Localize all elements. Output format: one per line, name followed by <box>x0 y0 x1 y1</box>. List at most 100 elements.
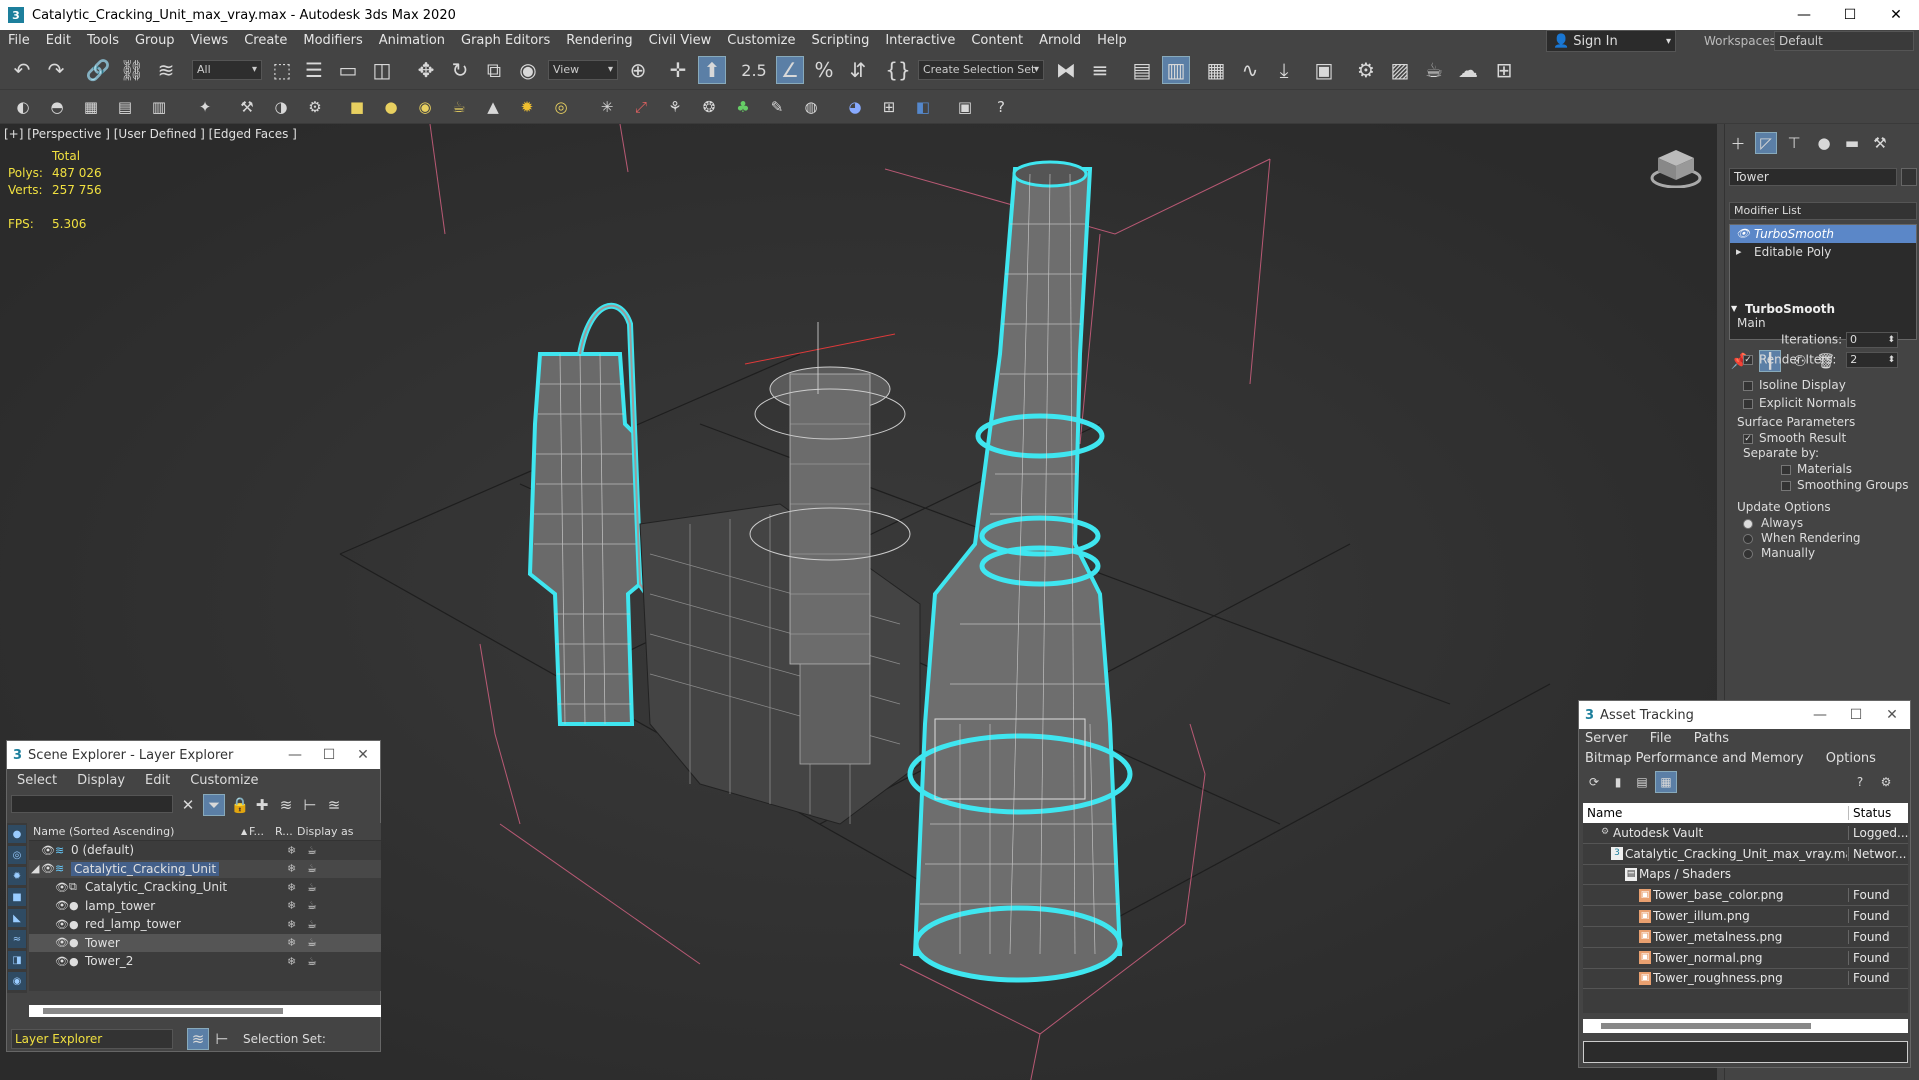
table-row[interactable]: ▣ Tower_roughness.png Found <box>1583 969 1908 990</box>
freeze-icon[interactable]: ❄ <box>287 899 296 912</box>
scene-explorer-titlebar[interactable]: 3 Scene Explorer - Layer Explorer — ☐ ✕ <box>7 741 380 769</box>
list-view-icon[interactable]: ▮ <box>1607 771 1629 793</box>
layer-mode-icon[interactable]: ≋ <box>187 1028 209 1050</box>
expand-arrow-icon[interactable]: ▸ <box>1736 243 1742 261</box>
select-by-name-icon[interactable]: ☰ <box>300 56 328 84</box>
object-name-field[interactable]: Tower <box>1729 168 1897 186</box>
render-teapot-icon[interactable]: ☕ <box>307 936 317 949</box>
stack-icon[interactable]: ≊ <box>323 794 345 816</box>
list-item[interactable]: 👁 ● lamp_tower ❄ ☕ <box>29 897 381 916</box>
table-row[interactable]: ▣ Tower_normal.png Found <box>1583 948 1908 969</box>
light-lister-icon[interactable]: ✦ <box>194 96 216 118</box>
ik-icon[interactable]: ⚘ <box>664 96 686 118</box>
list-item[interactable]: ◢ 👁 ≋ Catalytic_Cracking_Unit ❄ ☕ <box>29 859 381 878</box>
as-menu-server[interactable]: Server <box>1585 731 1628 746</box>
settings-icon[interactable]: ⚙ <box>1875 771 1897 793</box>
modifier-list-dropdown[interactable]: Modifier List <box>1729 202 1917 220</box>
table-view-icon[interactable]: ▤ <box>1631 771 1653 793</box>
maximize-button[interactable]: ☐ <box>312 747 346 763</box>
smooth-result-row[interactable]: ✓ Smooth Result <box>1743 431 1846 445</box>
create-tab-icon[interactable]: ＋ <box>1727 132 1749 154</box>
create-layer-icon[interactable]: ✚ <box>251 794 273 816</box>
filter-icon[interactable]: ⏷ <box>203 794 225 816</box>
disc-icon[interactable]: ◎ <box>550 96 572 118</box>
toggle-scene-explorer-icon[interactable]: ▤ <box>1128 56 1156 84</box>
se-menu-display[interactable]: Display <box>67 773 135 788</box>
tool-icon[interactable]: ⚒ <box>236 96 258 118</box>
menu-create[interactable]: Create <box>236 30 295 52</box>
hierarchy-icon[interactable]: ⊢ <box>299 794 321 816</box>
table-row[interactable]: ▤ Maps / Shaders <box>1583 865 1908 886</box>
eye-icon[interactable]: 👁 <box>55 955 69 968</box>
horizontal-scrollbar[interactable] <box>1583 1019 1908 1033</box>
close-button[interactable]: ✕ <box>1874 707 1910 723</box>
sign-in-button[interactable]: 👤 Sign In ▾ <box>1546 30 1676 52</box>
angle-snap-icon[interactable]: ∠ <box>776 56 804 84</box>
select-object-icon[interactable]: ⬚ <box>268 56 296 84</box>
list-item[interactable]: 👁 ● Tower ❄ ☕ <box>29 933 381 952</box>
maximize-button[interactable]: ☐ <box>1838 707 1874 723</box>
teapot-icon[interactable]: ☕ <box>448 96 470 118</box>
motion-tab-icon[interactable]: ● <box>1813 132 1835 154</box>
layer-icon[interactable]: ▦ <box>80 96 102 118</box>
grid-icon[interactable]: ⊞ <box>878 96 900 118</box>
object-color-swatch[interactable] <box>1901 168 1917 186</box>
edit-named-selection-icon[interactable]: {} <box>884 56 912 84</box>
list-item[interactable]: 👁 ≋ 0 (default) ❄ ☕ <box>29 841 381 860</box>
freeze-icon[interactable]: ❄ <box>287 936 296 949</box>
table-row[interactable]: ▣ Tower_metalness.png Found <box>1583 927 1908 948</box>
asset-tracking-titlebar[interactable]: 3 Asset Tracking — ☐ ✕ <box>1579 701 1910 729</box>
eye-icon[interactable]: 👁 <box>1736 225 1750 243</box>
maximize-button[interactable]: ☐ <box>1827 0 1873 30</box>
horizontal-scrollbar[interactable] <box>29 1005 381 1017</box>
list-item[interactable]: 👁 ● Tower_2 ❄ ☕ <box>29 952 381 971</box>
keyboard-shortcut-override-icon[interactable]: ⬆ <box>698 56 726 84</box>
viewcube-icon[interactable] <box>1650 148 1702 188</box>
smooth-result-checkbox[interactable]: ✓ <box>1743 433 1753 444</box>
render-teapot-icon[interactable]: ☕ <box>307 899 317 912</box>
redo-icon[interactable]: ↷ <box>42 56 70 84</box>
viewport-label[interactable]: [+] [Perspective ] [User Defined ] [Edge… <box>4 127 297 141</box>
render-teapot-icon[interactable]: ☕ <box>307 881 317 894</box>
clear-search-icon[interactable]: ✕ <box>177 794 199 816</box>
col-name-header[interactable]: Name (Sorted Ascending) <box>33 825 174 838</box>
modify-tab-icon[interactable]: ◸ <box>1755 132 1777 154</box>
globe-icon[interactable]: ◕ <box>844 96 866 118</box>
minimize-button[interactable]: — <box>1802 707 1838 723</box>
menu-modifiers[interactable]: Modifiers <box>295 30 370 52</box>
isoline-row[interactable]: Isoline Display <box>1743 378 1846 392</box>
render-in-cloud-icon[interactable]: ☁ <box>1454 56 1482 84</box>
asset-path-input[interactable] <box>1583 1041 1908 1063</box>
smoothing-groups-checkbox[interactable] <box>1781 480 1791 491</box>
eye-icon[interactable]: 👁 <box>55 918 69 931</box>
rect-selection-icon[interactable]: ▭ <box>334 56 362 84</box>
snaps-toggle-icon[interactable]: 2.5 <box>740 56 768 84</box>
unlink-icon[interactable]: ⛓ <box>118 56 146 84</box>
container-icon[interactable]: ▣ <box>954 96 976 118</box>
percent-snap-icon[interactable]: % <box>810 56 838 84</box>
stack-item-editable-poly[interactable]: ▸ Editable Poly <box>1730 243 1916 261</box>
light-bulb-icon[interactable]: ✹ <box>516 96 538 118</box>
display-spacewarps-icon[interactable]: ≈ <box>8 930 26 948</box>
iterations-spinner[interactable]: 0 <box>1846 332 1899 348</box>
table-icon[interactable]: ▥ <box>148 96 170 118</box>
cone-icon[interactable]: ▲ <box>482 96 504 118</box>
se-menu-select[interactable]: Select <box>7 773 67 788</box>
menu-scripting[interactable]: Scripting <box>804 30 878 52</box>
eye-icon[interactable]: 👁 <box>41 844 55 857</box>
scene-icon[interactable]: ◐ <box>12 96 34 118</box>
col-r-header[interactable]: R... <box>275 825 293 838</box>
render-teapot-icon[interactable]: ☕ <box>307 862 317 875</box>
curve-editor-icon[interactable]: ∿ <box>1236 56 1264 84</box>
gear-small-icon[interactable]: ⚙ <box>304 96 326 118</box>
spinner-snap-icon[interactable]: ⇵ <box>844 56 872 84</box>
always-row[interactable]: Always <box>1743 516 1803 530</box>
freeze-icon[interactable]: ❄ <box>287 844 296 857</box>
explicit-normals-checkbox[interactable] <box>1743 398 1753 409</box>
eye-icon[interactable]: 👁 <box>55 899 69 912</box>
help-icon[interactable]: ? <box>990 96 1012 118</box>
toggle-layer-explorer-icon[interactable]: ▥ <box>1162 56 1190 84</box>
render-production-icon[interactable]: ☕ <box>1420 56 1448 84</box>
bind-space-warp-icon[interactable]: ≋ <box>152 56 180 84</box>
render-teapot-icon[interactable]: ☕ <box>307 918 317 931</box>
